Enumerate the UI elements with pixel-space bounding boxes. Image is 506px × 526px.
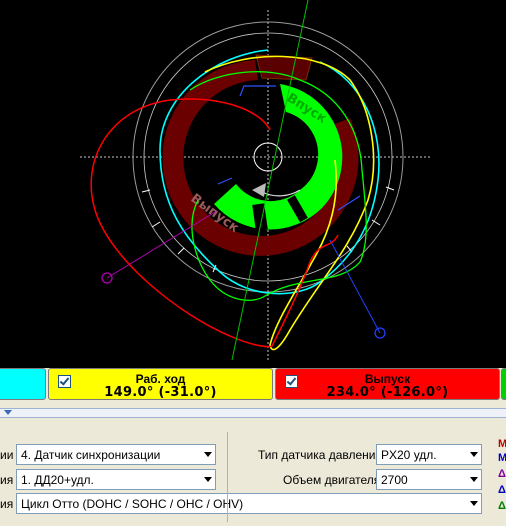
power-stroke-value: 149.0° (-31.0°) <box>104 385 217 400</box>
chevron-down-icon <box>470 452 478 457</box>
sync-label: ии <box>0 448 14 462</box>
intake-phase-tile[interactable] <box>0 368 46 400</box>
sync-select[interactable]: 4. Датчик синхронизации <box>16 444 216 465</box>
engine-volume-select[interactable]: 2700 <box>376 469 482 490</box>
legend-item: Δ <box>498 500 506 512</box>
channel-label: ия <box>0 473 14 487</box>
legend-item: Δ <box>498 468 506 480</box>
power-stroke-title: Раб. ход <box>135 372 186 386</box>
cycle-label: ия <box>0 497 14 511</box>
rotation-arrow-icon <box>252 183 266 197</box>
chevron-down-icon <box>204 452 212 457</box>
exhaust-value: 234.0° (-126.0°) <box>326 385 449 400</box>
settings-panel: ии 4. Датчик синхронизации ия 1. ДД20+уд… <box>0 428 506 526</box>
legend-item: М <box>498 452 506 464</box>
legend-item: Δ <box>498 484 506 496</box>
phase-strip: Раб. ход 149.0° (-31.0°) Выпуск 234.0° (… <box>0 368 506 404</box>
collapse-arrow-icon[interactable] <box>4 410 12 415</box>
exhaust-tile[interactable]: Выпуск 234.0° (-126.0°) <box>275 368 500 400</box>
chevron-down-icon <box>204 477 212 482</box>
next-phase-tile[interactable] <box>501 368 506 400</box>
panel-splitter[interactable] <box>0 406 506 428</box>
engine-volume-label: Объем двигателя <box>283 473 381 487</box>
blue-marker-line <box>329 239 381 334</box>
channel-select[interactable]: 1. ДД20+удл. <box>16 469 216 490</box>
power-stroke-tile[interactable]: Раб. ход 149.0° (-31.0°) <box>48 368 273 400</box>
cycle-select[interactable]: Цикл Отто (DOHC / SOHC / OHC / OHV) <box>16 493 482 514</box>
pressure-sensor-label: Тип датчика давления <box>258 448 383 462</box>
magenta-marker-line <box>106 211 216 279</box>
timing-diagram-svg: Впуск Выпуск <box>80 0 430 361</box>
pressure-sensor-select[interactable]: PX20 удл. <box>376 444 482 465</box>
panel-separator <box>227 432 228 522</box>
legend-item: М <box>498 438 506 450</box>
exhaust-title: Выпуск <box>364 372 411 386</box>
timing-diagram[interactable]: Впуск Выпуск <box>0 0 506 368</box>
chevron-down-icon <box>470 501 478 506</box>
chevron-down-icon <box>470 477 478 482</box>
